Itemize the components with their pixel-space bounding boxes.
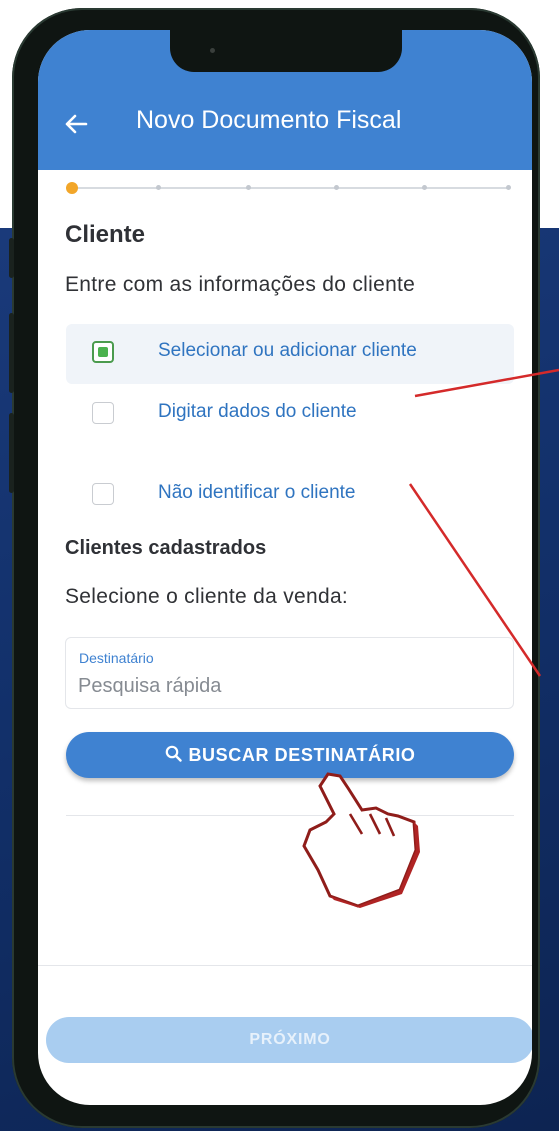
next-button[interactable]: PRÓXIMO: [46, 1017, 532, 1063]
checkbox-unchecked[interactable]: [92, 483, 114, 505]
stepper-track: [70, 187, 508, 189]
option-label: Selecionar ou adicionar cliente: [158, 340, 417, 361]
section-subtitle: Entre com as informações do cliente: [65, 273, 416, 296]
app-screen: Novo Documento Fiscal Cliente Entre com …: [38, 30, 532, 1105]
option-label: Não identificar o cliente: [158, 482, 356, 503]
section-title: Cliente: [65, 221, 146, 248]
progress-stepper: [66, 182, 512, 194]
footer-divider: [38, 965, 532, 966]
page-title: Novo Documento Fiscal: [136, 106, 402, 134]
phone-volume-down: [9, 413, 14, 493]
option-no-client[interactable]: Não identificar o cliente: [66, 466, 514, 526]
phone-side-button: [9, 238, 14, 278]
phone-volume-up: [9, 313, 14, 393]
checkbox-checked[interactable]: [92, 341, 114, 363]
search-recipient-label: BUSCAR DESTINATÁRIO: [188, 745, 416, 765]
camera-icon: [210, 48, 215, 53]
hand-pointer-icon: [302, 772, 420, 908]
stepper-dot-5: [422, 185, 427, 190]
stepper-dot-3: [246, 185, 251, 190]
arrow-left-icon[interactable]: [64, 112, 94, 140]
checkbox-unchecked[interactable]: [92, 402, 114, 424]
stepper-dot-2: [156, 185, 161, 190]
recipient-search-input[interactable]: [78, 673, 498, 699]
option-select-client[interactable]: Selecionar ou adicionar cliente: [66, 324, 514, 384]
recipient-field-label: Destinatário: [79, 650, 154, 666]
stepper-dot-4: [334, 185, 339, 190]
registered-clients-title: Clientes cadastrados: [65, 537, 267, 559]
search-icon: [164, 733, 182, 779]
stepper-dot-6: [506, 185, 511, 190]
phone-notch: [170, 30, 402, 72]
option-label: Digitar dados do cliente: [158, 401, 357, 422]
select-client-prompt: Selecione o cliente da venda:: [65, 585, 349, 608]
option-type-client-data[interactable]: Digitar dados do cliente: [66, 385, 514, 445]
stepper-dot-1: [66, 182, 78, 194]
recipient-field[interactable]: Destinatário: [65, 637, 514, 709]
